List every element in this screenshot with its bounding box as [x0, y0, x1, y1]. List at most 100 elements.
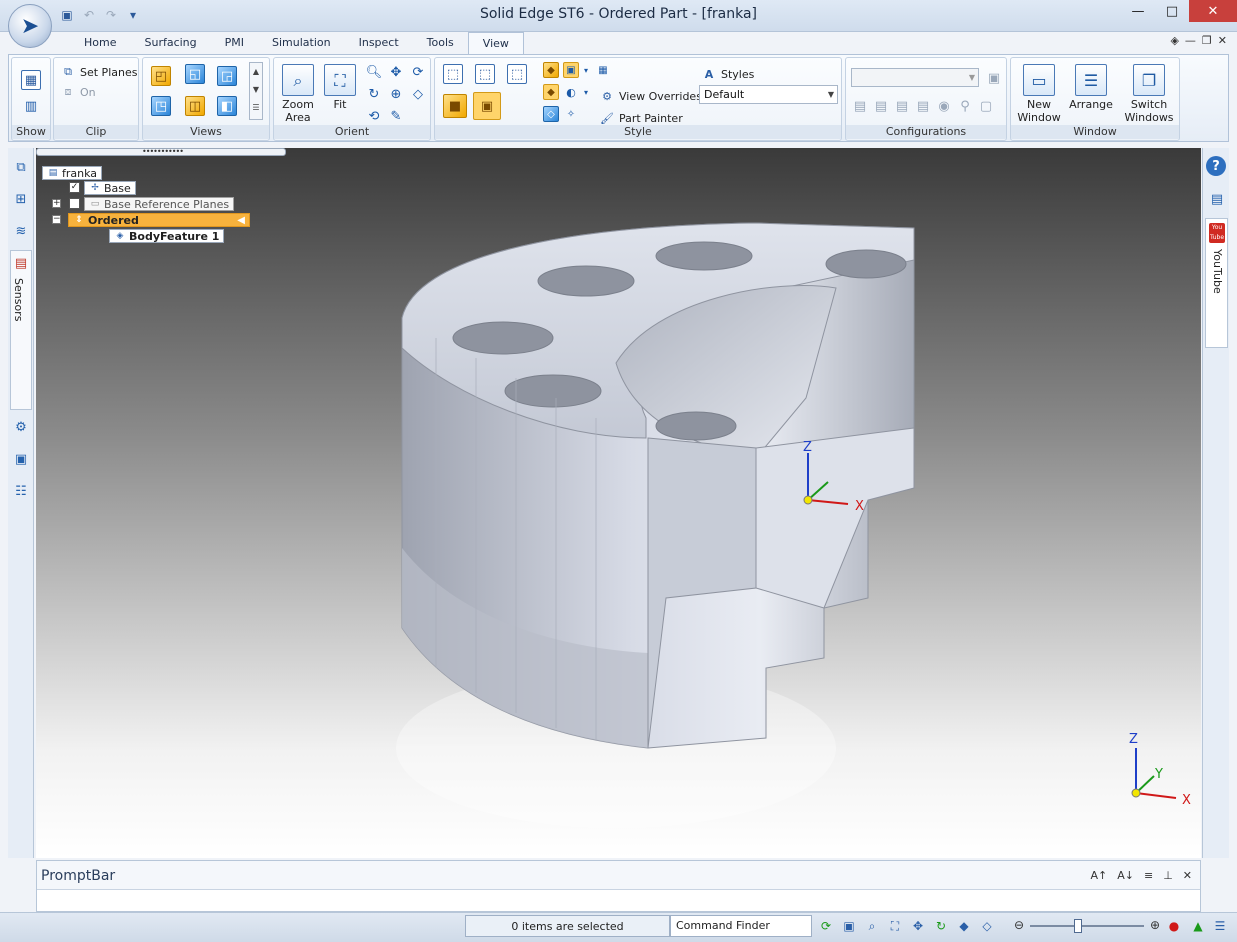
rotate-icon[interactable]: ⟳	[408, 62, 428, 82]
fit-button[interactable]: ⛶ Fit	[320, 64, 360, 111]
config-tool-7-icon[interactable]: ▢	[977, 96, 995, 116]
spin-about-icon[interactable]: ↻	[364, 84, 384, 104]
promptbar-options-icon[interactable]: ≡	[1144, 869, 1153, 882]
tree-item-base-reference-planes[interactable]: ▭ Base Reference Planes	[84, 197, 235, 211]
switch-windows-button[interactable]: ❐ Switch Windows	[1121, 64, 1177, 124]
look-at-face-icon[interactable]: ⊕	[386, 84, 406, 104]
visible-hidden-edges-icon[interactable]: ⬚	[475, 64, 495, 84]
config-tool-2-icon[interactable]: ▤	[872, 96, 890, 116]
wireframe-view-icon[interactable]: ⬚	[443, 64, 463, 84]
pathfinder-tab-icon[interactable]: ⧉	[10, 156, 32, 178]
tab-view[interactable]: View	[467, 32, 524, 54]
wireframe-status-icon[interactable]: ◇	[979, 918, 995, 934]
tab-home[interactable]: Home	[70, 32, 130, 54]
results-icon[interactable]: ▣	[10, 448, 32, 470]
sensors-tab[interactable]	[10, 250, 32, 410]
increase-font-icon[interactable]: A↑	[1090, 869, 1107, 882]
help-icon[interactable]: ?	[1206, 156, 1226, 176]
render-dropdown-icon[interactable]: ▾	[581, 84, 591, 100]
zoom-area-status-icon[interactable]: ▣	[841, 918, 857, 934]
pin-icon[interactable]: ⊥	[1163, 869, 1173, 882]
collapse-icon[interactable]: −	[52, 215, 61, 224]
layers-icon[interactable]: ≋	[10, 220, 32, 242]
zoom-in-icon[interactable]: ⊕	[1150, 918, 1160, 932]
view-back-icon[interactable]: ◧	[217, 96, 237, 116]
part-painter-button[interactable]: 🖌︎ Part Painter	[599, 110, 683, 126]
configurations-dropdown[interactable]: ▼	[851, 68, 979, 87]
fit-status-icon[interactable]: ⛶	[887, 918, 903, 934]
reflective-icon[interactable]: ◆	[543, 84, 559, 100]
common-views-icon[interactable]: ◇	[408, 84, 428, 104]
visible-edges-icon[interactable]: ⬚	[507, 64, 527, 84]
tab-surfacing[interactable]: Surfacing	[130, 32, 210, 54]
config-tool-6-icon[interactable]: ⚲	[956, 96, 974, 116]
shading-dropdown-icon[interactable]: ▾	[581, 62, 591, 78]
minimize-button[interactable]: —	[1121, 0, 1155, 22]
view-bottom-icon[interactable]: ◫	[185, 96, 205, 116]
shading-option-1-icon[interactable]: ◆	[543, 62, 559, 78]
view-overrides-button[interactable]: ⚙ View Overrides	[599, 88, 702, 104]
zoom-out-icon[interactable]: ⊖	[1014, 918, 1024, 932]
render-icon[interactable]: ◐	[563, 84, 579, 100]
floor-reflection-icon[interactable]: ◇	[543, 106, 559, 122]
graphics-window[interactable]: Z X Z Y X ••••••••••• ▤ franka ✓ ✢ Base …	[36, 148, 1201, 858]
pan-icon[interactable]: ✥	[386, 62, 406, 82]
view-front-icon[interactable]: ◱	[185, 64, 205, 84]
doc-close-icon[interactable]: ✕	[1218, 34, 1227, 47]
new-window-button[interactable]: ▭ New Window	[1015, 64, 1063, 124]
tree-item-base[interactable]: ✢ Base	[84, 181, 136, 195]
view-top-icon[interactable]: ◰	[151, 66, 171, 86]
sharpen-icon[interactable]: ✧	[563, 106, 579, 122]
feature-library-icon[interactable]: ⊞	[10, 188, 32, 210]
expand-icon[interactable]: +	[52, 199, 61, 208]
shading-option-2-icon[interactable]: ▣	[563, 62, 579, 78]
tab-pmi[interactable]: PMI	[211, 32, 258, 54]
part-model[interactable]: Z X Z Y X	[36, 148, 1201, 858]
refresh-icon[interactable]: ⟳	[818, 918, 834, 934]
ribbon-options-icon[interactable]: ◈	[1170, 34, 1178, 47]
config-tool-1-icon[interactable]: ▤	[851, 96, 869, 116]
shaded-with-edges-icon[interactable]: ▣	[473, 92, 501, 120]
doc-minimize-icon[interactable]: —	[1185, 34, 1196, 47]
shaded-icon[interactable]: ■	[443, 94, 467, 118]
styles-button[interactable]: A Styles	[701, 66, 755, 82]
tab-tools[interactable]: Tools	[413, 32, 468, 54]
tips-icon[interactable]: ▤	[1206, 188, 1228, 210]
tree-root-franka[interactable]: ▤ franka	[42, 166, 103, 180]
zoom-status-icon[interactable]: ⌕	[864, 918, 880, 934]
config-tool-4-icon[interactable]: ▤	[914, 96, 932, 116]
youtube-tab[interactable]: You Tube YouTube	[1205, 218, 1228, 348]
shaded-status-icon[interactable]: ◆	[956, 918, 972, 934]
tree-item-ordered[interactable]: ⇕ Ordered ◀	[68, 213, 250, 227]
style-dropdown[interactable]: Default ▼	[699, 85, 838, 104]
view-left-icon[interactable]: ◳	[151, 96, 171, 116]
base-reference-planes-checkbox[interactable]	[69, 198, 80, 209]
base-checkbox[interactable]: ✓	[69, 182, 80, 193]
previous-view-icon[interactable]: ⟲	[364, 106, 384, 126]
config-tool-3-icon[interactable]: ▤	[893, 96, 911, 116]
camera-icon[interactable]: ◉	[935, 96, 953, 116]
pan-status-icon[interactable]: ✥	[910, 918, 926, 934]
application-button[interactable]: ➤	[8, 4, 52, 48]
tree-item-bodyfeature[interactable]: ◈ BodyFeature 1	[109, 229, 225, 243]
zoom-slider[interactable]: ⊖ ⊕	[1014, 918, 1160, 934]
properties-icon[interactable]: ☷	[10, 480, 32, 502]
close-button[interactable]: ✕	[1189, 0, 1237, 22]
doc-restore-icon[interactable]: ❐	[1202, 34, 1212, 47]
status-menu-icon[interactable]: ☰	[1212, 918, 1228, 934]
zoom-area-button[interactable]: ⌕ Zoom Area	[278, 64, 318, 124]
grid-display-icon[interactable]: ▦	[595, 62, 611, 78]
save-configuration-icon[interactable]: ▣	[984, 68, 1004, 88]
tab-simulation[interactable]: Simulation	[258, 32, 345, 54]
clip-on-button[interactable]: ⧈ On	[60, 84, 96, 100]
promptbar-close-icon[interactable]: ✕	[1183, 869, 1192, 882]
upload-icon[interactable]: ▲	[1190, 918, 1206, 934]
show-all-icon[interactable]: ▦	[21, 70, 41, 90]
decrease-font-icon[interactable]: A↓	[1117, 869, 1134, 882]
rotate-status-icon[interactable]: ↻	[933, 918, 949, 934]
sketch-view-icon[interactable]: ✎	[386, 106, 406, 126]
simulation-icon[interactable]: ⚙	[10, 416, 32, 438]
pathfinder-splitter[interactable]: •••••••••••	[36, 148, 286, 156]
set-planes-button[interactable]: ⧉ Set Planes	[60, 64, 137, 80]
show-layers-icon[interactable]: ▥	[21, 96, 41, 116]
